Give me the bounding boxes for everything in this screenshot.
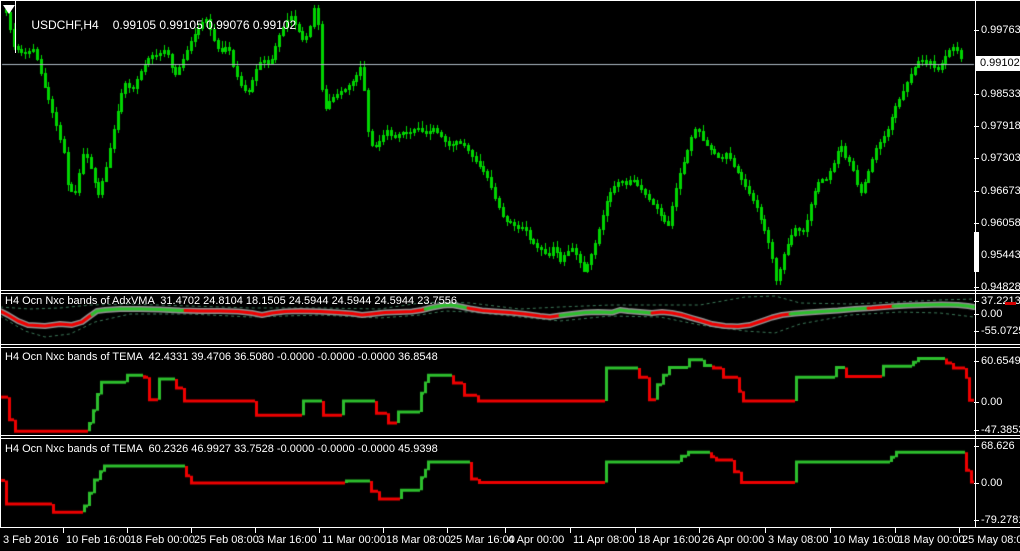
time-axis-tick xyxy=(255,528,256,533)
axis-tick xyxy=(974,94,979,95)
axis-tick xyxy=(974,223,979,224)
indicator3-header: H4 Ocn Nxc bands of TEMA 60.2326 46.9927… xyxy=(5,443,438,455)
price-axis-label: 0.95443 xyxy=(981,249,1020,261)
time-axis-label: 3 May 08:00 xyxy=(768,534,829,546)
window-divider[interactable] xyxy=(0,293,1020,294)
axis-tick xyxy=(974,446,979,447)
time-axis-label: 4 Apr 00:00 xyxy=(508,534,565,546)
window-divider[interactable] xyxy=(0,435,1020,436)
price-axis-label: 0.99763 xyxy=(981,24,1020,36)
time-axis-label: 18 Mar 08:00 xyxy=(386,534,451,546)
time-axis-tick xyxy=(699,528,700,533)
time-axis-tick xyxy=(383,528,384,533)
chart-shift-line xyxy=(15,1,16,53)
time-axis-label: 26 Apr 00:00 xyxy=(702,534,765,546)
time-axis-label: 18 May 00:00 xyxy=(898,534,965,546)
indicator-axis-label: 68.626 xyxy=(981,440,1015,452)
axis-tick xyxy=(974,361,979,362)
time-axis-tick xyxy=(505,528,506,533)
time-axis-tick xyxy=(830,528,831,533)
time-axis-tick xyxy=(63,528,64,533)
time-axis-label: 18 Apr 16:00 xyxy=(638,534,701,546)
time-axis-label: 11 Mar 00:00 xyxy=(322,534,387,546)
indicator-axis-label: -79.2781 xyxy=(981,514,1020,526)
indicator2-header: H4 Ocn Nxc bands of TEMA 42.4331 39.4706… xyxy=(5,351,438,363)
chart-shift-marker-icon[interactable] xyxy=(3,5,15,14)
time-axis-tick xyxy=(959,528,960,533)
time-axis-label: 3 Mar 16:00 xyxy=(258,534,317,546)
time-axis-label: 10 Feb 16:00 xyxy=(66,534,131,546)
current-price-label: 0.99102 xyxy=(976,56,1020,71)
time-axis-tick xyxy=(895,528,896,533)
indicator-axis-label: 0.00 xyxy=(981,396,1003,408)
symbol-period-label: USDCHF,H4 xyxy=(31,18,99,32)
time-axis-tick xyxy=(765,528,766,533)
price-axis-label: 0.94828 xyxy=(981,281,1020,293)
indicator-axis-label: -55.0725 xyxy=(981,325,1020,337)
window-divider[interactable] xyxy=(0,290,1020,291)
time-axis-label: 11 Apr 08:00 xyxy=(573,534,635,546)
time-axis-tick xyxy=(635,528,636,533)
time-axis-label: 18 Feb 00:00 xyxy=(130,534,195,546)
axis-tick xyxy=(974,483,979,484)
ohlc-values: 0.99105 0.99105 0.99076 0.99102 xyxy=(112,18,297,32)
axis-tick xyxy=(974,402,979,403)
chart-left-border xyxy=(0,0,1,528)
time-axis-tick xyxy=(191,528,192,533)
indicator-axis-label: 37.2213 xyxy=(981,295,1020,307)
time-axis-tick xyxy=(319,528,320,533)
chart-canvas[interactable] xyxy=(0,0,1020,551)
time-axis-border xyxy=(0,527,1020,528)
indicator-axis-label: 0.00 xyxy=(981,308,1003,320)
window-divider[interactable] xyxy=(0,438,1020,439)
axis-tick xyxy=(974,287,979,288)
time-axis-label: 25 May 08:00 xyxy=(962,534,1020,546)
axis-tick xyxy=(974,126,979,127)
price-axis-label: 0.97918 xyxy=(981,120,1020,132)
time-axis-label: 25 Feb 08:00 xyxy=(194,534,259,546)
price-axis-label: 0.98533 xyxy=(981,88,1020,100)
window-divider[interactable] xyxy=(0,344,1020,345)
price-axis-label: 0.96673 xyxy=(981,185,1020,197)
axis-tick xyxy=(974,301,979,302)
price-scale-marker[interactable] xyxy=(974,232,979,272)
axis-tick xyxy=(974,191,979,192)
indicator-axis-label: 60.6549 xyxy=(981,355,1020,367)
time-axis-label: 3 Feb 2016 xyxy=(3,534,59,546)
time-axis-tick xyxy=(447,528,448,533)
time-axis-tick xyxy=(127,528,128,533)
mt4-chart-window: USDCHF,H4 0.99105 0.99105 0.99076 0.99102… xyxy=(0,0,1020,551)
indicator-axis-label: 0.00 xyxy=(981,477,1003,489)
axis-tick xyxy=(974,158,979,159)
price-axis-label: 0.97303 xyxy=(981,152,1020,164)
price-axis-label: 0.96058 xyxy=(981,217,1020,229)
indicator-value-marker xyxy=(1005,302,1016,305)
axis-tick xyxy=(974,331,979,332)
time-axis-label: 10 May 16:00 xyxy=(833,534,900,546)
axis-tick xyxy=(974,520,979,521)
time-axis-tick xyxy=(570,528,571,533)
time-axis-label: 25 Mar 16:00 xyxy=(450,534,515,546)
axis-tick xyxy=(974,430,979,431)
axis-tick xyxy=(974,30,979,31)
axis-tick xyxy=(974,314,979,315)
chart-top-border xyxy=(0,0,1020,1)
window-divider[interactable] xyxy=(0,347,1020,348)
indicator1-header: H4 Ocn Nxc bands of AdxVMA 31.4702 24.81… xyxy=(5,295,457,307)
indicator-axis-label: -47.3853 xyxy=(981,424,1020,436)
chart-title: USDCHF,H4 0.99105 0.99105 0.99076 0.99102 xyxy=(18,4,296,46)
